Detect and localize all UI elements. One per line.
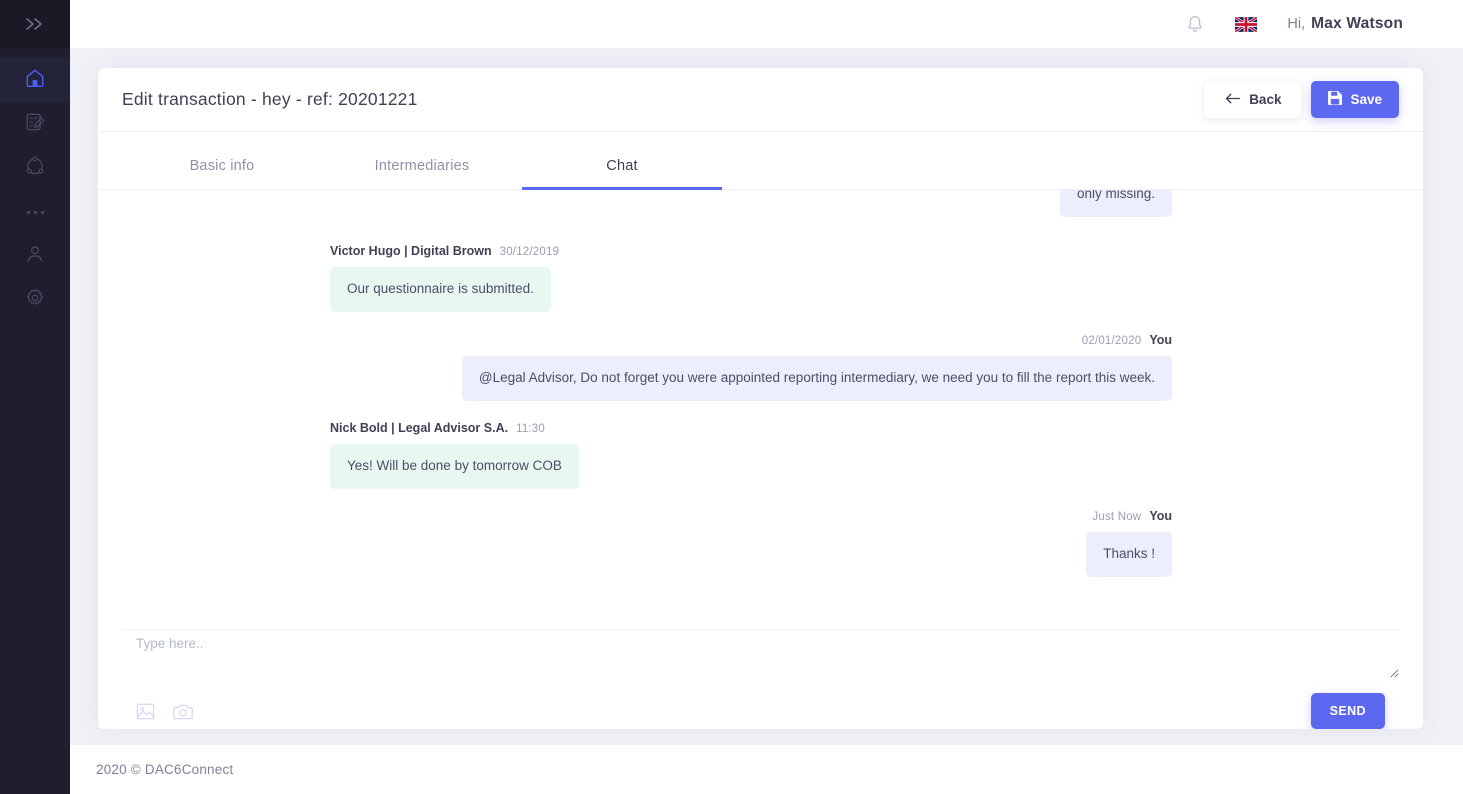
user-greeting[interactable]: Hi, Max Watson bbox=[1287, 15, 1403, 33]
back-button-label: Back bbox=[1249, 92, 1282, 107]
message-bubble: Yes! Will be done by tomorrow COB bbox=[330, 443, 579, 489]
message-meta: Victor Hugo | Digital Brown 30/12/2019 bbox=[330, 244, 559, 258]
attachment-buttons bbox=[136, 702, 193, 721]
sidebar-item-profile[interactable] bbox=[0, 234, 70, 278]
chat-panel: only missing. Victor Hugo | Digital Brow… bbox=[98, 190, 1423, 729]
sidebar-item-settings[interactable] bbox=[0, 278, 70, 322]
message-meta: Nick Bold | Legal Advisor S.A. 11:30 bbox=[330, 421, 545, 435]
message-time: Just Now bbox=[1092, 510, 1142, 523]
message-item: Victor Hugo | Digital Brown 30/12/2019 O… bbox=[122, 244, 1399, 312]
message-bubble: Our questionnaire is submitted. bbox=[330, 267, 551, 312]
message-composer: SEND bbox=[122, 613, 1399, 729]
message-author: You bbox=[1149, 508, 1172, 523]
header-actions: Back Save bbox=[1204, 81, 1399, 118]
content-area: Edit transaction - hey - ref: 20201221 B… bbox=[70, 48, 1463, 745]
message-author: You bbox=[1149, 332, 1172, 347]
message-time: 30/12/2019 bbox=[499, 246, 560, 258]
user-name: Max Watson bbox=[1311, 15, 1403, 32]
message-time: 02/01/2020 bbox=[1081, 334, 1142, 347]
tab-chat[interactable]: Chat bbox=[522, 144, 722, 190]
sidebar-item-network[interactable] bbox=[0, 146, 70, 190]
app-root: Hi, Max Watson Edit transaction - hey - … bbox=[0, 0, 1463, 794]
main-column: Hi, Max Watson Edit transaction - hey - … bbox=[70, 0, 1463, 794]
sidebar-item-home[interactable] bbox=[0, 58, 70, 102]
message-meta: 02/01/2020 You bbox=[1082, 333, 1172, 347]
camera-icon[interactable] bbox=[173, 702, 193, 721]
message-author: Victor Hugo | Digital Brown bbox=[330, 244, 492, 258]
sidebar-header bbox=[0, 0, 70, 48]
save-button-label: Save bbox=[1350, 92, 1382, 107]
message-item: 02/01/2020 You @Legal Advisor, Do not fo… bbox=[122, 333, 1399, 401]
footer: 2020 © DAC6Connect bbox=[70, 745, 1463, 794]
message-bubble: @Legal Advisor, Do not forget you were a… bbox=[461, 355, 1172, 401]
message-time: 11:30 bbox=[516, 422, 546, 435]
uk-flag-icon[interactable] bbox=[1235, 16, 1258, 32]
message-list[interactable]: only missing. Victor Hugo | Digital Brow… bbox=[122, 190, 1399, 613]
tab-bar: Basic info Intermediaries Chat bbox=[98, 144, 1423, 190]
message-bubble: Thanks ! bbox=[1086, 531, 1172, 577]
sidebar-item-more[interactable] bbox=[0, 190, 70, 234]
message-bubble: only missing. bbox=[1059, 190, 1172, 217]
message-meta: Just Now You bbox=[1092, 509, 1172, 523]
sidebar-item-forms[interactable] bbox=[0, 102, 70, 146]
send-button[interactable]: SEND bbox=[1310, 693, 1385, 729]
message-author: Nick Bold | Legal Advisor S.A. bbox=[330, 420, 509, 435]
message-partial: only missing. bbox=[122, 190, 1399, 220]
back-button[interactable]: Back bbox=[1204, 81, 1302, 118]
user-icon bbox=[24, 243, 46, 270]
home-icon bbox=[24, 67, 46, 94]
bell-icon[interactable] bbox=[1185, 13, 1205, 35]
message-input[interactable] bbox=[122, 630, 1399, 678]
arrow-left-icon bbox=[1224, 92, 1241, 108]
sidebar-divider bbox=[0, 48, 70, 58]
page-title: Edit transaction - hey - ref: 20201221 bbox=[122, 89, 418, 109]
copyright-text: 2020 © DAC6Connect bbox=[96, 762, 234, 777]
save-button[interactable]: Save bbox=[1311, 81, 1399, 118]
greeting-text: Hi, bbox=[1287, 16, 1306, 32]
gear-icon bbox=[24, 287, 46, 314]
transaction-card: Edit transaction - hey - ref: 20201221 B… bbox=[98, 68, 1423, 729]
tab-intermediaries[interactable]: Intermediaries bbox=[322, 144, 522, 190]
composer-toolbar: SEND bbox=[122, 683, 1399, 729]
message-item: Nick Bold | Legal Advisor S.A. 11:30 Yes… bbox=[122, 421, 1399, 489]
topbar: Hi, Max Watson bbox=[70, 0, 1463, 48]
floppy-save-icon bbox=[1328, 91, 1343, 108]
sidebar bbox=[0, 0, 70, 794]
message-item: Just Now You Thanks ! bbox=[122, 509, 1399, 577]
network-share-icon bbox=[24, 155, 46, 182]
chevron-double-right-icon[interactable] bbox=[22, 14, 48, 34]
form-edit-icon bbox=[24, 111, 46, 138]
card-header: Edit transaction - hey - ref: 20201221 B… bbox=[98, 68, 1423, 132]
ellipsis-icon bbox=[26, 210, 44, 214]
image-attachment-icon[interactable] bbox=[136, 702, 155, 721]
tab-basic-info[interactable]: Basic info bbox=[122, 144, 322, 190]
